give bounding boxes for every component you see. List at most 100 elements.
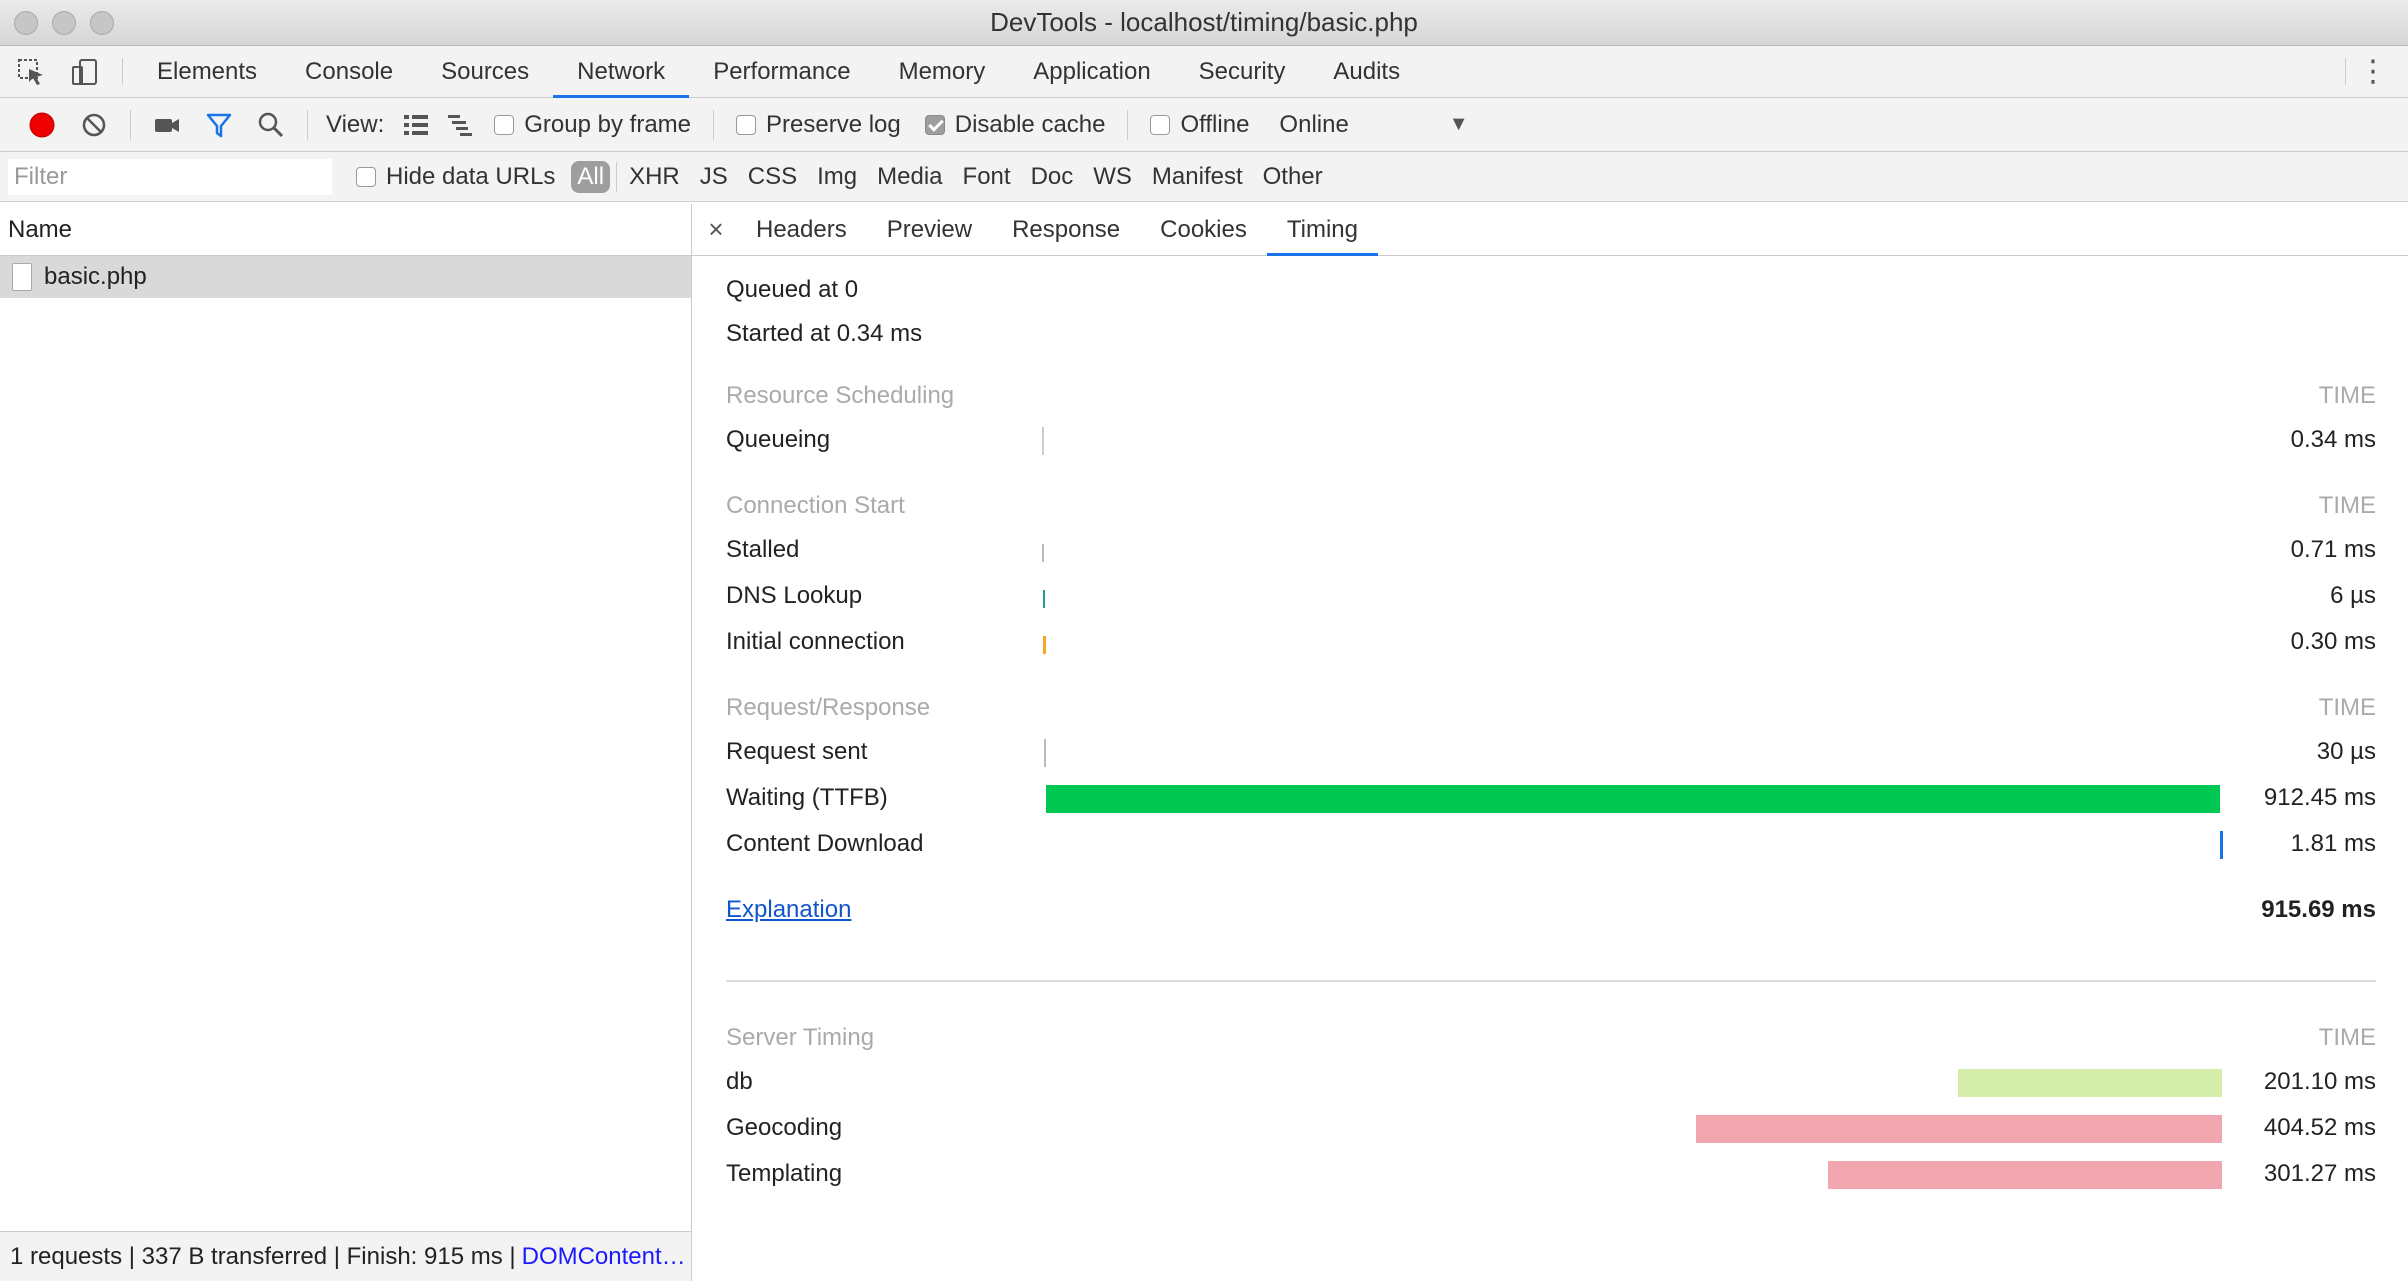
tab-network[interactable]: Network: [553, 46, 690, 98]
timing-bar: [1828, 1161, 2222, 1189]
section-title: Connection Start: [726, 492, 905, 519]
timing-label: Templating: [726, 1160, 843, 1187]
server-timing-row-db: db 201.10 ms: [726, 1068, 2376, 1098]
request-row[interactable]: basic.php: [0, 256, 691, 298]
checkbox-box: [1150, 114, 1171, 135]
timing-bar: [1696, 1115, 2222, 1143]
name-column-header[interactable]: Name: [0, 204, 691, 256]
timing-row-stalled: Stalled 0.71 ms: [726, 536, 2376, 566]
filter-type-js[interactable]: JS: [690, 163, 738, 191]
tab-timing[interactable]: Timing: [1266, 204, 1379, 256]
clear-button[interactable]: [68, 98, 120, 152]
checkbox-box: [494, 114, 515, 135]
tab-audits[interactable]: Audits: [1309, 46, 1424, 97]
offline-checkbox[interactable]: Offline: [1150, 111, 1249, 139]
large-rows-button[interactable]: [394, 98, 438, 152]
timing-row-queueing: Queueing 0.34 ms: [726, 426, 2376, 456]
tab-preview[interactable]: Preview: [867, 204, 992, 255]
timing-label: Geocoding: [726, 1114, 843, 1141]
timing-label: Waiting (TTFB): [726, 784, 888, 811]
timing-bar: [1042, 427, 1044, 455]
timing-row-waiting-ttfb: Waiting (TTFB) 912.45 ms: [726, 784, 2376, 814]
tab-cookies[interactable]: Cookies: [1140, 204, 1267, 255]
tab-response[interactable]: Response: [992, 204, 1140, 255]
filter-type-media[interactable]: Media: [867, 163, 952, 191]
checkbox-box: [736, 114, 756, 135]
tab-security[interactable]: Security: [1175, 46, 1310, 97]
device-toolbar-button[interactable]: [58, 46, 112, 97]
search-icon: [258, 112, 284, 137]
waterfall-view-icon: [448, 114, 473, 136]
tab-sources[interactable]: Sources: [417, 46, 553, 97]
window-title: DevTools - localhost/timing/basic.php: [990, 7, 1418, 37]
close-detail-icon[interactable]: ×: [696, 204, 736, 255]
filter-type-css[interactable]: CSS: [738, 163, 807, 191]
throttling-select[interactable]: Online ▼: [1279, 111, 1468, 139]
status-summary: 1 requests | 337 B transferred | Finish:…: [10, 1242, 516, 1270]
timing-value: 0.30 ms: [2290, 628, 2376, 655]
started-at-text: Started at 0.34 ms: [726, 320, 923, 347]
toolbar-separator: [1127, 109, 1129, 140]
tab-performance[interactable]: Performance: [689, 46, 874, 97]
timing-label: Content Download: [726, 830, 924, 857]
view-label: View:: [326, 110, 385, 138]
preserve-log-checkbox[interactable]: Preserve log: [736, 111, 901, 139]
timing-value: 912.45 ms: [2263, 784, 2376, 811]
minimize-window-button[interactable]: [52, 11, 76, 35]
disable-cache-checkbox[interactable]: Disable cache: [924, 110, 1106, 139]
tab-console[interactable]: Console: [281, 46, 417, 97]
main-tab-bar: Elements Console Sources Network Perform…: [0, 46, 2408, 98]
timing-label: db: [726, 1068, 753, 1095]
domcontentloaded-link[interactable]: DOMContent…: [522, 1243, 686, 1271]
tab-application[interactable]: Application: [1009, 46, 1174, 97]
server-timing-row-templating: Templating 301.27 ms: [726, 1160, 2376, 1190]
filter-toggle-button[interactable]: [193, 98, 245, 152]
filter-type-doc[interactable]: Doc: [1021, 163, 1084, 191]
timing-value: 301.27 ms: [2263, 1160, 2376, 1187]
filter-type-ws[interactable]: WS: [1083, 163, 1142, 191]
disable-cache-label: Disable cache: [954, 110, 1106, 138]
filter-type-img[interactable]: Img: [807, 163, 867, 191]
inspect-element-button[interactable]: [4, 46, 58, 97]
timing-value: 1.81 ms: [2290, 830, 2376, 857]
server-timing-header: Server Timing TIME: [726, 1024, 2376, 1052]
tab-headers[interactable]: Headers: [736, 204, 867, 255]
filter-type-xhr[interactable]: XHR: [619, 163, 690, 191]
time-column-label: TIME: [2318, 1024, 2376, 1051]
overview-button[interactable]: [438, 98, 482, 152]
timing-value: 6 µs: [2330, 582, 2376, 609]
timing-row-initial-connection: Initial connection 0.30 ms: [726, 628, 2376, 658]
search-button[interactable]: [245, 98, 297, 152]
hide-data-urls-checkbox[interactable]: Hide data URLs: [356, 163, 555, 191]
timing-label: Queueing: [726, 426, 831, 453]
section-divider: [726, 980, 2376, 982]
zoom-window-button[interactable]: [90, 11, 114, 35]
device-mode-icon: [72, 58, 97, 85]
throttling-value: Online: [1279, 110, 1349, 138]
document-icon: [12, 263, 32, 291]
toolbar-separator: [122, 58, 123, 85]
filter-type-other[interactable]: Other: [1253, 163, 1333, 191]
explanation-link[interactable]: Explanation: [726, 896, 851, 924]
timing-row-dns-lookup: DNS Lookup 6 µs: [726, 582, 2376, 612]
tab-memory[interactable]: Memory: [875, 46, 1010, 97]
connection-start-header: Connection Start TIME: [726, 492, 2376, 520]
toolbar-separator: [713, 109, 714, 140]
dropdown-arrow-icon: ▼: [1448, 113, 1469, 135]
close-window-button[interactable]: [14, 11, 38, 35]
filter-type-font[interactable]: Font: [953, 163, 1021, 191]
filter-input[interactable]: Filter: [8, 158, 332, 195]
filter-type-all[interactable]: All: [571, 160, 611, 193]
tab-elements[interactable]: Elements: [133, 46, 281, 97]
filter-type-manifest[interactable]: Manifest: [1142, 163, 1253, 191]
timing-row-content-download: Content Download 1.81 ms: [726, 830, 2376, 860]
clear-icon: [82, 113, 106, 136]
preserve-log-label: Preserve log: [766, 110, 901, 138]
more-options-icon[interactable]: ⋮: [2358, 46, 2388, 97]
time-column-label: TIME: [2318, 694, 2376, 721]
group-by-frame-checkbox[interactable]: Group by frame: [494, 111, 691, 139]
request-name: basic.php: [44, 263, 147, 290]
record-button[interactable]: [16, 98, 68, 152]
timing-row-request-sent: Request sent 30 µs: [726, 738, 2376, 768]
capture-screenshots-button[interactable]: [141, 98, 193, 152]
